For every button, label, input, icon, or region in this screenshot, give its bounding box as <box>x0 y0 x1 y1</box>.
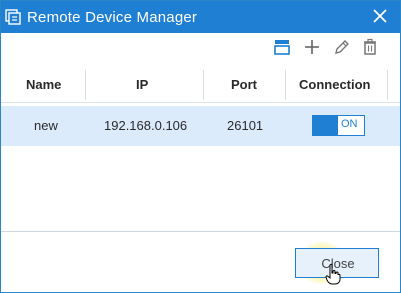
column-header-ip[interactable]: IP <box>136 77 148 92</box>
column-header-port[interactable]: Port <box>231 77 257 92</box>
column-divider[interactable] <box>85 70 86 100</box>
table-header: Name IP Port Connection <box>1 68 400 103</box>
column-divider[interactable] <box>387 70 388 100</box>
column-divider[interactable] <box>285 70 286 100</box>
table-row[interactable]: new 192.168.0.106 26101 ON <box>1 106 400 146</box>
device-manager-app-icon <box>5 9 21 25</box>
close-icon[interactable] <box>370 6 390 26</box>
device-port-cell: 26101 <box>227 118 264 133</box>
device-ip-cell: 192.168.0.106 <box>104 118 188 133</box>
toolbar <box>270 37 400 59</box>
window-title: Remote Device Manager <box>27 9 198 26</box>
footer-divider <box>1 231 400 232</box>
toggle-label: ON <box>341 118 358 130</box>
column-header-name[interactable]: Name <box>26 77 61 92</box>
column-divider[interactable] <box>203 70 204 100</box>
device-name-cell: new <box>34 118 58 133</box>
add-icon[interactable] <box>302 37 322 57</box>
toggle-fill <box>313 116 338 135</box>
connection-toggle[interactable]: ON <box>312 115 365 136</box>
edit-icon[interactable] <box>332 37 352 57</box>
hand-cursor-icon <box>325 263 341 285</box>
remote-device-manager-window: Remote Device Manager Name IP Port Conne… <box>0 0 401 293</box>
delete-icon[interactable] <box>360 37 380 57</box>
column-header-connection[interactable]: Connection <box>299 77 371 92</box>
view-icon[interactable] <box>272 37 292 57</box>
title-bar[interactable]: Remote Device Manager <box>1 1 400 33</box>
